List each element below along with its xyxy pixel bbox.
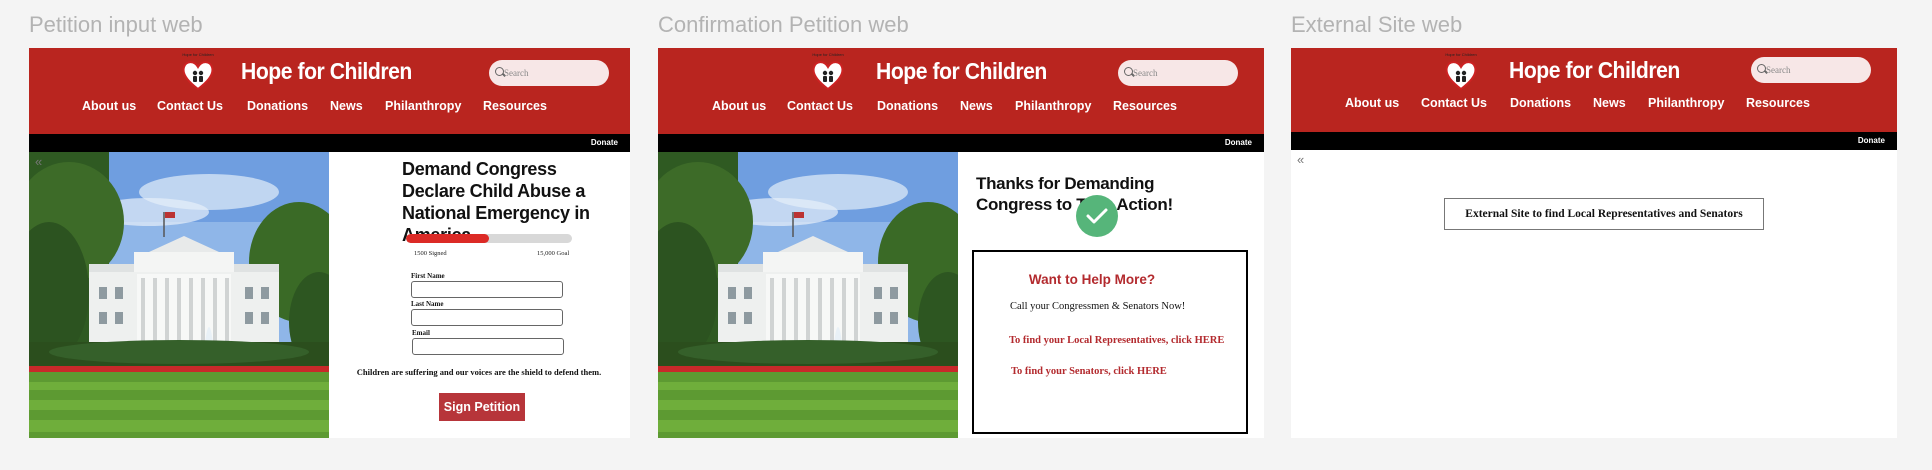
last-name-field[interactable] — [411, 309, 563, 326]
nav-contact-us[interactable]: Contact Us — [157, 99, 223, 113]
site-header: Hope for Children Hope for Children Abou… — [29, 48, 630, 134]
search-box[interactable] — [1751, 57, 1871, 83]
heart-logo-icon — [811, 58, 845, 92]
nav-news[interactable]: News — [960, 99, 993, 113]
donate-link[interactable]: Donate — [591, 138, 618, 147]
confirmation-frame: Hope for Children Hope for Children Abou… — [658, 48, 1264, 438]
utility-bar: Donate — [29, 134, 630, 152]
search-icon — [1124, 67, 1133, 76]
help-more-box: Want to Help More? Call your Congressmen… — [972, 250, 1248, 434]
nav-about-us[interactable]: About us — [1345, 96, 1399, 110]
donate-link[interactable]: Donate — [1225, 138, 1252, 147]
petition-title: Demand Congress Declare Child Abuse a Na… — [402, 159, 590, 245]
nav-philanthropy[interactable]: Philanthropy — [1648, 96, 1724, 110]
main-nav: About us Contact Us Donations News Phila… — [29, 99, 630, 117]
nav-about-us[interactable]: About us — [712, 99, 766, 113]
main-nav: About us Contact Us Donations News Phila… — [1291, 96, 1897, 114]
search-box[interactable] — [489, 60, 609, 86]
email-label: Email — [412, 329, 430, 337]
petition-slogan: Children are suffering and our voices ar… — [356, 367, 602, 377]
utility-bar: Donate — [658, 134, 1264, 152]
logo-caption: Hope for Children — [1445, 52, 1477, 57]
logo-caption: Hope for Children — [812, 52, 844, 57]
nav-donations[interactable]: Donations — [247, 99, 308, 113]
nav-resources[interactable]: Resources — [1113, 99, 1177, 113]
email-field[interactable] — [412, 338, 564, 355]
main-nav: About us Contact Us Donations News Phila… — [658, 99, 1264, 117]
white-house-image — [29, 152, 329, 438]
search-input[interactable] — [1766, 62, 1864, 78]
white-house-photo — [658, 152, 958, 438]
last-name-label: Last Name — [411, 300, 444, 308]
nav-philanthropy[interactable]: Philanthropy — [385, 99, 461, 113]
frame-label-confirmation: Confirmation Petition web — [658, 12, 909, 37]
petition-input-frame: Hope for Children Hope for Children Abou… — [29, 48, 630, 438]
nav-news[interactable]: News — [330, 99, 363, 113]
site-title[interactable]: Hope for Children — [241, 58, 412, 85]
progress-fill — [406, 234, 489, 243]
nav-about-us[interactable]: About us — [82, 99, 136, 113]
heart-logo-icon — [181, 58, 215, 92]
logo[interactable]: Hope for Children — [811, 52, 845, 88]
logo[interactable]: Hope for Children — [181, 52, 215, 88]
site-title[interactable]: Hope for Children — [1509, 57, 1680, 84]
logo[interactable]: Hope for Children — [1444, 52, 1478, 88]
goal-count: 15,000 Goal — [537, 250, 570, 257]
sign-petition-button[interactable]: Sign Petition — [439, 393, 525, 421]
site-header: Hope for Children Hope for Children Abou… — [658, 48, 1264, 134]
nav-donations[interactable]: Donations — [877, 99, 938, 113]
search-box[interactable] — [1118, 60, 1238, 86]
double-chevron-left-icon[interactable]: « — [1297, 152, 1304, 167]
logo-caption: Hope for Children — [182, 52, 214, 57]
search-input[interactable] — [504, 65, 602, 81]
search-input[interactable] — [1133, 65, 1231, 81]
nav-news[interactable]: News — [1593, 96, 1626, 110]
donate-link[interactable]: Donate — [1858, 136, 1885, 145]
external-site-frame: Hope for Children Hope for Children Abou… — [1291, 48, 1897, 438]
check-circle-icon — [1076, 195, 1118, 237]
search-icon — [1757, 64, 1766, 73]
search-icon — [495, 67, 504, 76]
white-house-photo — [29, 152, 329, 438]
signature-progress-bar — [406, 234, 572, 243]
first-name-label: First Name — [411, 272, 445, 280]
nav-philanthropy[interactable]: Philanthropy — [1015, 99, 1091, 113]
signed-count: 1500 Signed — [414, 250, 447, 257]
nav-resources[interactable]: Resources — [1746, 96, 1810, 110]
frame-label-petition: Petition input web — [29, 12, 203, 37]
frame-label-external: External Site web — [1291, 12, 1463, 37]
representatives-link[interactable]: To find your Local Representatives, clic… — [1009, 335, 1224, 346]
site-header: Hope for Children Hope for Children Abou… — [1291, 48, 1897, 132]
nav-resources[interactable]: Resources — [483, 99, 547, 113]
senators-link[interactable]: To find your Senators, click HERE — [1011, 366, 1167, 377]
nav-contact-us[interactable]: Contact Us — [787, 99, 853, 113]
external-site-box[interactable]: External Site to find Local Representati… — [1444, 198, 1764, 230]
white-house-image — [658, 152, 958, 438]
help-title: Want to Help More? — [1028, 272, 1156, 287]
double-chevron-left-icon[interactable]: « — [35, 154, 42, 169]
heart-logo-icon — [1444, 58, 1478, 92]
call-congress-text: Call your Congressmen & Senators Now! — [1010, 301, 1186, 312]
nav-donations[interactable]: Donations — [1510, 96, 1571, 110]
first-name-field[interactable] — [411, 281, 563, 298]
site-title[interactable]: Hope for Children — [876, 58, 1047, 85]
utility-bar: Donate — [1291, 132, 1897, 150]
nav-contact-us[interactable]: Contact Us — [1421, 96, 1487, 110]
